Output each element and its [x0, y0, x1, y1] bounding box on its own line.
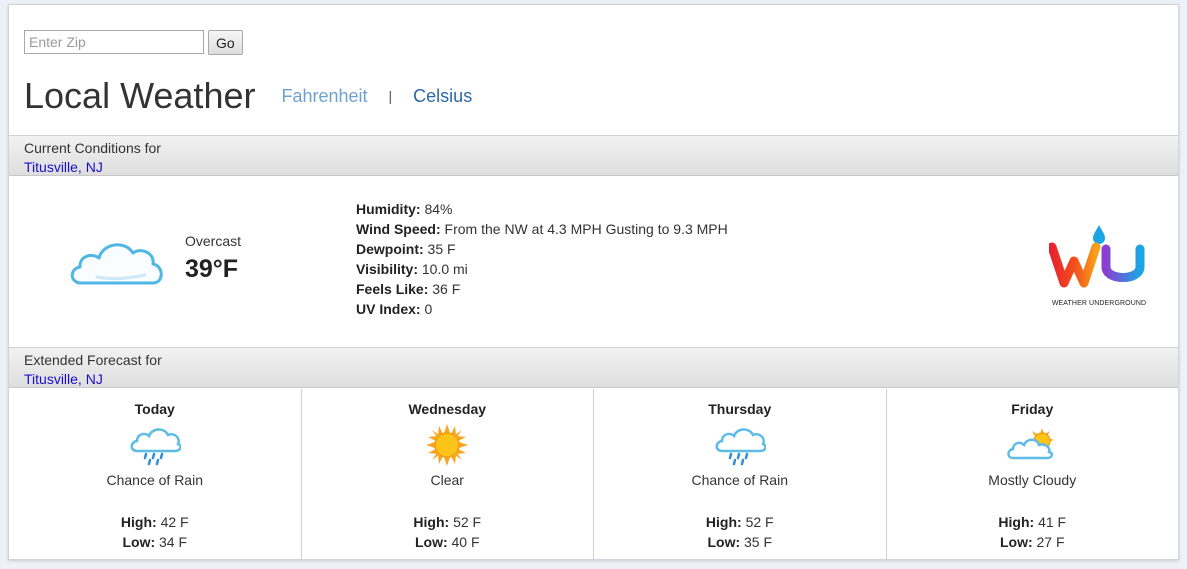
celsius-link[interactable]: Celsius — [413, 86, 472, 107]
current-details: Humidity: 84% Wind Speed: From the NW at… — [356, 199, 728, 319]
low-label: Low: — [414, 534, 448, 550]
forecast-row: Today Chance of Rain High: 42 F Low: 34 … — [9, 389, 1178, 559]
zip-input[interactable] — [24, 30, 204, 54]
detail-value: From the NW at 4.3 MPH Gusting to 9.3 MP… — [444, 221, 728, 237]
page-title: Local Weather — [24, 75, 256, 116]
cloud-icon — [67, 233, 167, 294]
sun-icon — [302, 423, 594, 467]
current-condition-block: Overcast 39°F — [185, 233, 241, 284]
high-value: 42 F — [160, 514, 189, 530]
current-condition-text: Overcast — [185, 233, 242, 249]
day-high: High: 52 F — [594, 512, 886, 532]
forecast-day: Friday Mostly Cloudy High: 41 F Low: 27 … — [887, 389, 1179, 559]
current-location-link[interactable]: Titusville, NJ — [24, 159, 103, 175]
low-value: 34 F — [159, 534, 188, 550]
high-value: 52 F — [745, 514, 774, 530]
forecast-day: Thursday Chance of Rain High: 52 F Low: … — [594, 389, 887, 559]
current-conditions-heading: Current Conditions for — [24, 140, 161, 156]
detail-row: Dewpoint: 35 F — [356, 239, 728, 259]
extended-forecast-heading: Extended Forecast for — [24, 352, 162, 368]
high-value: 52 F — [453, 514, 482, 530]
low-label: Low: — [122, 534, 156, 550]
fahrenheit-link[interactable]: Fahrenheit — [281, 86, 367, 107]
low-value: 27 F — [1036, 534, 1065, 550]
current-temperature: 39°F — [185, 255, 239, 283]
weather-panel: Go Local Weather Fahrenheit | Celsius Cu… — [8, 4, 1179, 560]
day-low: Low: 40 F — [302, 532, 594, 552]
day-low: Low: 34 F — [9, 532, 301, 552]
unit-separator: | — [388, 88, 393, 104]
day-condition: Mostly Cloudy — [988, 472, 1077, 488]
go-button[interactable]: Go — [208, 30, 243, 55]
day-high: High: 52 F — [302, 512, 594, 532]
day-condition: Chance of Rain — [691, 472, 788, 488]
low-value: 35 F — [744, 534, 773, 550]
extended-forecast-header: Extended Forecast for Titusville, NJ — [9, 347, 1178, 388]
day-hilo: High: 42 F Low: 34 F — [9, 512, 301, 552]
day-low: Low: 27 F — [887, 532, 1179, 552]
logo-caption: WEATHER UNDERGROUND — [1051, 300, 1147, 307]
day-high: High: 41 F — [887, 512, 1179, 532]
day-name: Friday — [1011, 401, 1054, 417]
rain-icon — [9, 423, 301, 467]
low-value: 40 F — [451, 534, 480, 550]
detail-row: Wind Speed: From the NW at 4.3 MPH Gusti… — [356, 219, 728, 239]
day-name: Today — [134, 401, 175, 417]
detail-value: 36 F — [432, 281, 461, 297]
day-hilo: High: 52 F Low: 40 F — [302, 512, 594, 552]
detail-value: 84% — [424, 201, 453, 217]
forecast-day: Today Chance of Rain High: 42 F Low: 34 … — [9, 389, 302, 559]
detail-label: Visibility: — [356, 261, 418, 277]
high-label: High: — [998, 514, 1035, 530]
low-label: Low: — [999, 534, 1033, 550]
day-name: Thursday — [708, 401, 772, 417]
day-hilo: High: 52 F Low: 35 F — [594, 512, 886, 552]
high-label: High: — [413, 514, 450, 530]
day-high: High: 42 F — [9, 512, 301, 532]
high-value: 41 F — [1038, 514, 1067, 530]
day-low: Low: 35 F — [594, 532, 886, 552]
high-label: High: — [120, 514, 157, 530]
detail-label: Wind Speed: — [356, 221, 441, 237]
partly-cloudy-icon — [887, 423, 1179, 467]
detail-row: Humidity: 84% — [356, 199, 728, 219]
day-hilo: High: 41 F Low: 27 F — [887, 512, 1179, 552]
rain-icon — [594, 423, 886, 467]
detail-row: Feels Like: 36 F — [356, 279, 728, 299]
title-row: Local Weather Fahrenheit | Celsius — [24, 75, 472, 117]
detail-value: 0 — [424, 301, 433, 317]
detail-row: UV Index: 0 — [356, 299, 728, 319]
day-condition: Clear — [430, 472, 464, 488]
weather-underground-logo[interactable]: WEATHER UNDERGROUND — [1047, 225, 1149, 307]
detail-label: Feels Like: — [356, 281, 429, 297]
day-name: Wednesday — [408, 401, 487, 417]
forecast-day: Wednesday Clear High: 52 F Low: 40 F — [302, 389, 594, 559]
day-condition: Chance of Rain — [106, 472, 203, 488]
detail-value: 10.0 mi — [421, 261, 468, 277]
detail-value: 35 F — [427, 241, 456, 257]
current-conditions-header: Current Conditions for Titusville, NJ — [9, 135, 1178, 176]
detail-row: Visibility: 10.0 mi — [356, 259, 728, 279]
low-label: Low: — [707, 534, 741, 550]
detail-label: Humidity: — [356, 201, 421, 217]
zip-search-bar: Go — [24, 30, 243, 55]
detail-label: Dewpoint: — [356, 241, 424, 257]
detail-label: UV Index: — [356, 301, 421, 317]
high-label: High: — [705, 514, 742, 530]
extended-location-link[interactable]: Titusville, NJ — [24, 371, 103, 387]
